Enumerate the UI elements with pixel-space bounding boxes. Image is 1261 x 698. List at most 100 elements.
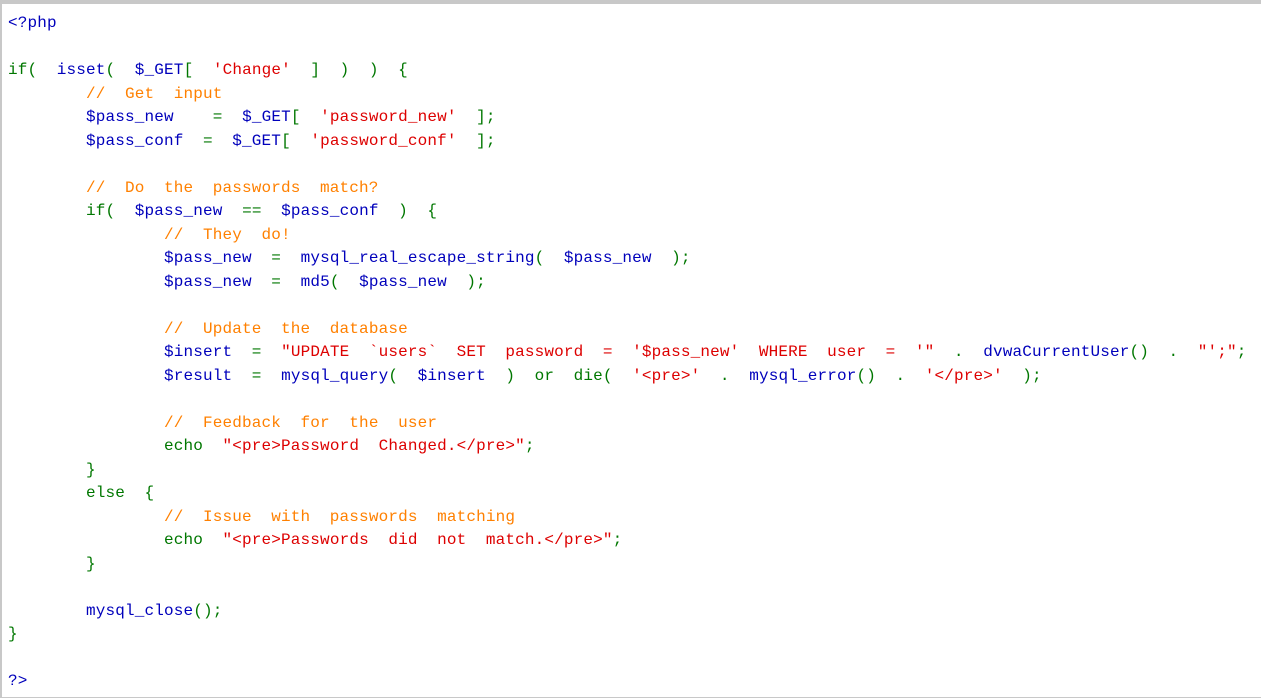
keyword-token: [	[183, 61, 213, 79]
keyword-token: (	[388, 366, 418, 385]
keyword-token: =	[251, 343, 282, 361]
code-line: ?>	[8, 670, 1247, 694]
keyword-token: =	[271, 272, 301, 291]
keyword-token: }	[8, 460, 96, 479]
comment-token: // They do!	[164, 225, 291, 244]
string-token: '<pre>'	[632, 366, 720, 385]
code-line: $pass_conf = $_GET[ 'password_conf' ];	[8, 130, 1247, 154]
keyword-token: );	[466, 272, 486, 291]
keyword-token: [	[290, 108, 321, 126]
string-token: 'password_new'	[320, 108, 457, 126]
code-line: $insert = "UPDATE `users` SET password =…	[8, 341, 1247, 365]
code-token: md5	[300, 272, 330, 291]
code-line: $pass_new = md5( $pass_new );	[8, 271, 1247, 295]
keyword-token: ];	[456, 131, 496, 150]
code-token: $pass_new	[8, 272, 272, 291]
code-token: $_GET	[242, 108, 291, 126]
code-token: ?>	[8, 672, 28, 690]
code-token: $pass_new	[563, 249, 672, 267]
comment-token: // Update the database	[164, 319, 408, 338]
keyword-token: if(	[8, 61, 57, 79]
code-line: $result = mysql_query( $insert ) or die(…	[8, 365, 1247, 389]
keyword-token: if(	[8, 202, 135, 220]
comment-token: // Feedback for the user	[164, 413, 438, 432]
keyword-token: .	[719, 366, 750, 385]
keyword-token: .	[953, 343, 984, 361]
code-line: echo "<pre>Passwords did not match.</pre…	[8, 529, 1247, 553]
keyword-token: ();	[193, 601, 223, 620]
keyword-token: ;	[1236, 343, 1247, 361]
code-line: }	[8, 553, 1247, 577]
keyword-token: echo	[8, 531, 223, 549]
code-token: $_GET	[134, 61, 184, 79]
code-token: <?php	[8, 14, 57, 32]
code-line: // Get input	[8, 83, 1247, 107]
code-line: }	[8, 623, 1247, 647]
code-line: }	[8, 459, 1247, 483]
code-line: // Feedback for the user	[8, 412, 1247, 436]
string-token: "<pre>Passwords did not match.</pre>"	[222, 531, 613, 549]
keyword-token: (	[534, 249, 564, 267]
keyword-token: );	[1022, 366, 1042, 385]
code-line: // Do the passwords match?	[8, 177, 1247, 201]
keyword-token: =	[212, 108, 243, 126]
keyword-token: [	[281, 131, 311, 150]
string-token: "<pre>Password Changed.</pre>"	[222, 437, 525, 455]
code-line: $pass_new = $_GET[ 'password_new' ];	[8, 106, 1247, 130]
code-token: mysql_real_escape_string	[300, 249, 535, 267]
code-token: $pass_conf	[281, 202, 399, 220]
code-token: $pass_new	[8, 249, 272, 267]
keyword-token: echo	[8, 437, 223, 455]
code-line: // Update the database	[8, 318, 1247, 342]
code-token: $result	[8, 366, 252, 385]
comment-token: // Do the passwords match?	[86, 178, 379, 197]
code-token: mysql_query	[281, 366, 389, 385]
code-token: $pass_new	[359, 272, 467, 291]
keyword-token: =	[203, 131, 233, 150]
php-source-code: <?php if( isset( $_GET[ 'Change' ] ) ) { …	[8, 12, 1247, 694]
keyword-token: );	[671, 249, 691, 267]
keyword-token: }	[8, 554, 96, 573]
code-line: if( isset( $_GET[ 'Change' ] ) ) {	[8, 59, 1247, 83]
code-line: if( $pass_new == $pass_conf ) {	[8, 200, 1247, 224]
keyword-token: ;	[612, 531, 623, 549]
comment-token: // Issue with passwords matching	[164, 507, 516, 526]
keyword-token: ) or die(	[505, 366, 633, 385]
code-line: // They do!	[8, 224, 1247, 248]
code-token: isset	[56, 61, 106, 79]
string-token: '</pre>'	[924, 366, 1023, 385]
string-token: 'password_conf'	[310, 131, 457, 150]
keyword-token: ;	[524, 437, 535, 455]
code-line: mysql_close();	[8, 600, 1247, 624]
keyword-token: ] ) ) {	[290, 61, 408, 79]
keyword-token: =	[271, 249, 301, 267]
keyword-token: () .	[1129, 343, 1198, 361]
code-token: $pass_new	[8, 108, 213, 126]
comment-token: // Get input	[86, 84, 223, 103]
code-token: $insert	[417, 366, 506, 385]
keyword-token: (	[329, 272, 360, 291]
keyword-token: ) {	[398, 202, 438, 220]
keyword-token: (	[105, 61, 135, 79]
keyword-token: ==	[242, 202, 282, 220]
code-line: // Issue with passwords matching	[8, 506, 1247, 530]
code-token: mysql_close	[8, 601, 194, 620]
keyword-token: else {	[8, 484, 155, 502]
keyword-token: () .	[856, 366, 925, 385]
code-viewer: <?php if( isset( $_GET[ 'Change' ] ) ) { …	[0, 0, 1261, 698]
code-token: $_GET	[232, 131, 282, 150]
code-line: else {	[8, 482, 1247, 506]
code-token: mysql_error	[749, 366, 857, 385]
code-token: dvwaCurrentUser	[983, 343, 1130, 361]
code-line: <?php	[8, 12, 1247, 36]
